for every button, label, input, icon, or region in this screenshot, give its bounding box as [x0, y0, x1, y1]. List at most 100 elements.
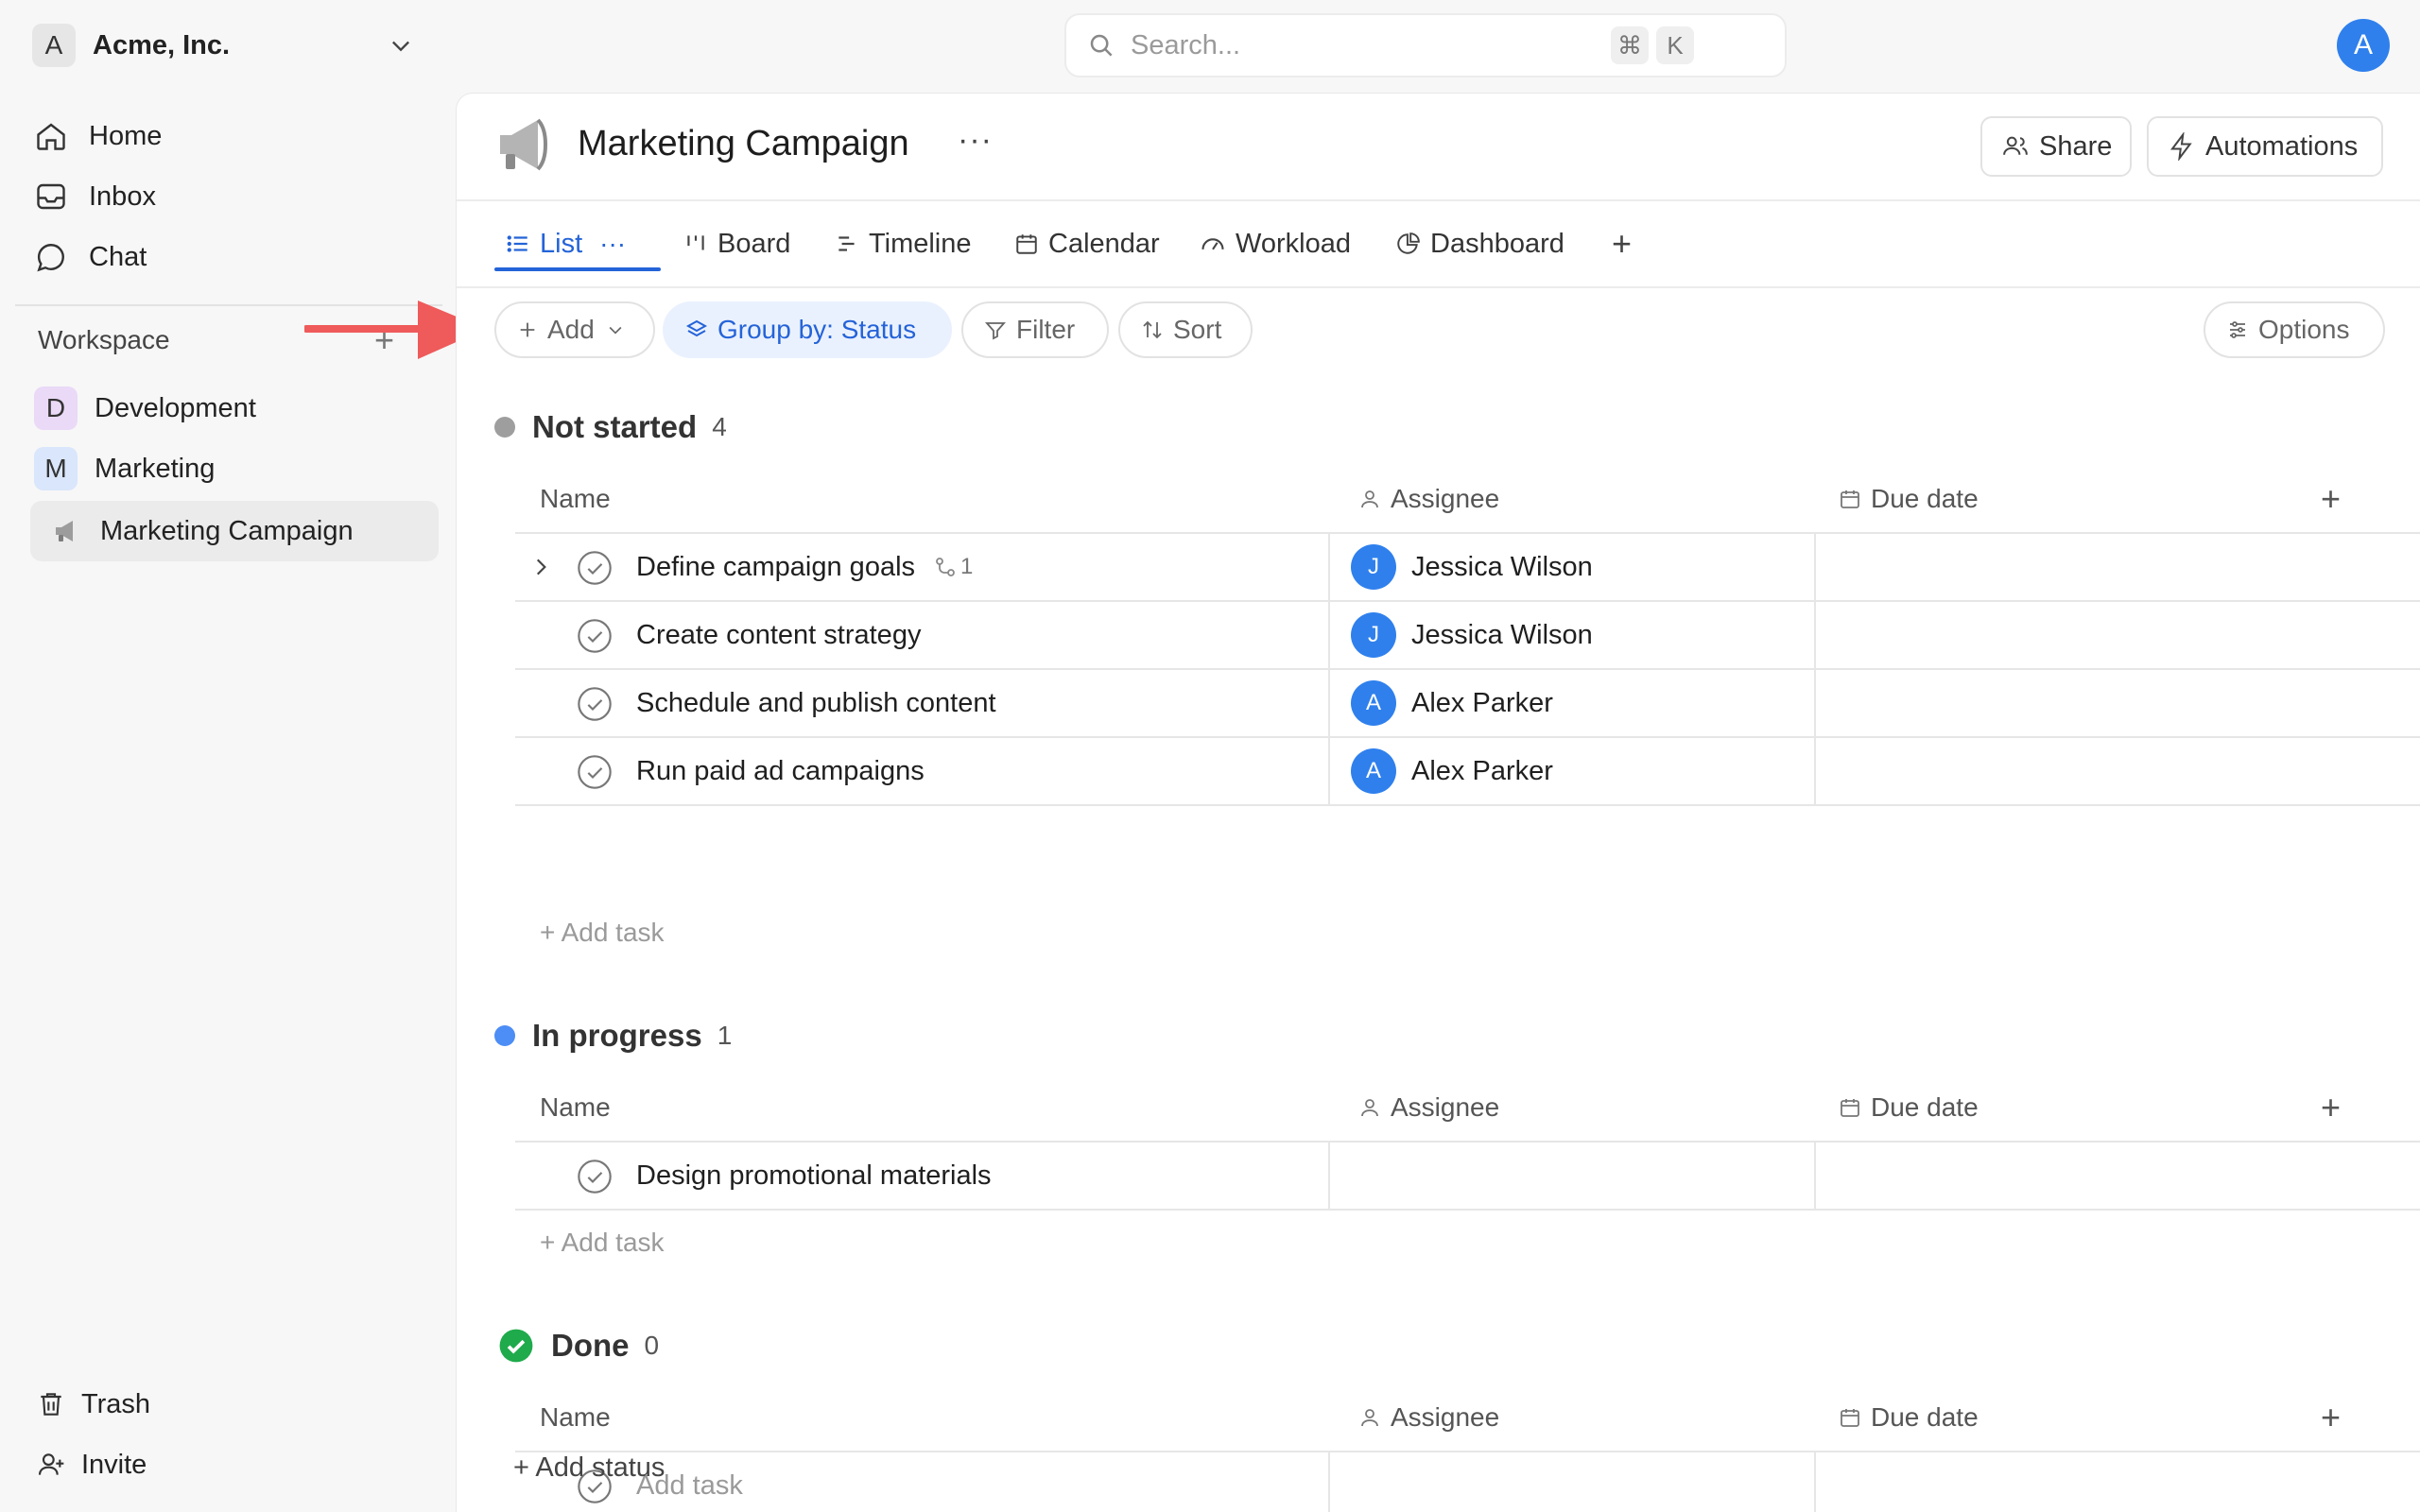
table-row[interactable]: Create content strategy J Jessica Wilson — [515, 602, 2420, 670]
share-button[interactable]: Share — [1980, 116, 2132, 177]
add-column-button[interactable]: + — [2321, 1398, 2341, 1437]
task-name[interactable]: Design promotional materials — [636, 1143, 992, 1209]
check-circle-icon[interactable] — [576, 549, 614, 587]
add-task-button[interactable]: + Add task — [540, 1228, 665, 1258]
task-table-in-progress: Name Assignee Due date + Design promotio… — [515, 1074, 2420, 1211]
column-assignee-label: Assignee — [1391, 484, 1500, 513]
column-name[interactable]: Name — [540, 1074, 611, 1141]
check-circle-icon[interactable] — [576, 617, 614, 655]
table-header: Name Assignee Due date + — [515, 1074, 2420, 1143]
column-assignee[interactable]: Assignee — [1358, 466, 1499, 532]
check-circle-icon[interactable] — [576, 1158, 614, 1195]
group-header-done[interactable]: Done 0 — [498, 1328, 659, 1364]
add-button[interactable]: Add — [494, 301, 655, 358]
cell-divider — [1814, 738, 1816, 806]
nav-home[interactable]: Home — [32, 110, 439, 163]
sidebar: A Acme, Inc. Home Inbox Chat Workspace +… — [0, 0, 454, 1512]
nav-inbox[interactable]: Inbox — [32, 170, 439, 223]
group-by-label: Group by: Status — [717, 315, 917, 344]
group-by-button[interactable]: Group by: Status — [663, 301, 952, 358]
person-icon — [1358, 1096, 1381, 1119]
check-circle-icon[interactable] — [576, 753, 614, 791]
table-header: Name Assignee Due date + — [515, 1384, 2420, 1452]
calendar-icon — [1839, 488, 1861, 510]
task-name[interactable]: Define campaign goals 1 — [636, 534, 973, 600]
share-label: Share — [2039, 130, 2113, 162]
avatar: A — [1351, 748, 1396, 794]
calendar-icon — [1014, 232, 1039, 256]
shortcut-cmd-key: ⌘ — [1611, 26, 1649, 64]
task-name[interactable]: Create content strategy — [636, 602, 921, 668]
task-name[interactable]: Schedule and publish content — [636, 670, 996, 736]
task-name-text: Define campaign goals — [636, 551, 916, 582]
sidebar-item-marketing[interactable]: M Marketing — [30, 438, 439, 499]
column-name[interactable]: Name — [540, 1384, 611, 1451]
table-row[interactable]: Design promotional materials — [515, 1143, 2420, 1211]
assignee-cell[interactable]: A Alex Parker — [1351, 670, 1553, 736]
table-row[interactable]: Schedule and publish content A Alex Park… — [515, 670, 2420, 738]
lightning-icon — [2168, 132, 2196, 161]
assignee-cell[interactable]: J Jessica Wilson — [1351, 534, 1593, 600]
user-avatar[interactable]: A — [2337, 19, 2390, 72]
nav-invite[interactable]: Invite — [32, 1438, 439, 1491]
group-header-not-started[interactable]: Not started 4 — [494, 409, 727, 445]
table-row[interactable]: Add task — [515, 1452, 2420, 1512]
column-assignee[interactable]: Assignee — [1358, 1384, 1499, 1451]
pie-chart-icon — [1396, 232, 1421, 256]
sort-button[interactable]: Sort — [1118, 301, 1253, 358]
tab-board-label: Board — [717, 228, 791, 259]
group-name: Not started — [532, 409, 698, 444]
add-label: Add — [547, 315, 595, 344]
add-column-button[interactable]: + — [2321, 479, 2341, 519]
options-button[interactable]: Options — [2204, 301, 2385, 358]
table-row[interactable]: Define campaign goals 1 J Jessica Wilson — [515, 534, 2420, 602]
nav-chat[interactable]: Chat — [32, 231, 439, 284]
column-assignee[interactable]: Assignee — [1358, 1074, 1499, 1141]
add-status-button[interactable]: + Add status — [513, 1452, 665, 1484]
page-more-button[interactable]: ··· — [958, 122, 993, 159]
table-row[interactable]: Run paid ad campaigns A Alex Parker — [515, 738, 2420, 806]
tab-calendar[interactable]: Calendar — [1014, 201, 1160, 286]
nav-trash[interactable]: Trash — [32, 1378, 439, 1431]
column-due-date[interactable]: Due date — [1839, 466, 1979, 532]
tab-dashboard[interactable]: Dashboard — [1396, 201, 1564, 286]
subtask-icon — [936, 558, 955, 576]
search-input[interactable] — [1131, 29, 1603, 61]
assignee-name: Jessica Wilson — [1411, 551, 1593, 582]
add-view-button[interactable]: + — [1612, 201, 1632, 286]
workspace-badge: A — [32, 24, 76, 67]
sidebar-item-marketing-campaign[interactable]: Marketing Campaign — [30, 501, 439, 561]
gauge-icon — [1200, 231, 1226, 257]
add-column-button[interactable]: + — [2321, 1088, 2341, 1127]
person-icon — [1358, 1406, 1381, 1429]
workspace-switcher[interactable]: A Acme, Inc. — [32, 21, 429, 70]
sidebar-item-development[interactable]: D Development — [30, 378, 439, 438]
filter-button[interactable]: Filter — [961, 301, 1109, 358]
assignee-cell[interactable]: J Jessica Wilson — [1351, 602, 1593, 668]
column-due-date[interactable]: Due date — [1839, 1074, 1979, 1141]
tab-list-more-button[interactable]: ··· — [599, 229, 626, 259]
chevron-down-icon[interactable] — [388, 32, 414, 59]
add-task-button[interactable]: + Add task — [540, 918, 665, 948]
chevron-right-icon[interactable] — [528, 555, 553, 579]
automations-button[interactable]: Automations — [2147, 116, 2383, 177]
assignee-cell[interactable]: A Alex Parker — [1351, 738, 1553, 804]
column-due-date[interactable]: Due date — [1839, 1384, 1979, 1451]
cell-divider — [1328, 1452, 1330, 1512]
subtask-count[interactable]: 1 — [934, 554, 973, 580]
check-circle-icon[interactable] — [576, 685, 614, 723]
task-name[interactable]: Run paid ad campaigns — [636, 738, 925, 804]
column-due-date-label: Due date — [1871, 1092, 1979, 1122]
tab-workload[interactable]: Workload — [1200, 201, 1351, 286]
sort-label: Sort — [1173, 315, 1222, 344]
column-name[interactable]: Name — [540, 466, 611, 532]
tab-timeline[interactable]: Timeline — [835, 201, 972, 286]
cell-divider — [1814, 534, 1816, 602]
tab-list[interactable]: List ··· — [506, 201, 626, 286]
status-dot — [494, 1025, 515, 1046]
tab-dashboard-label: Dashboard — [1430, 228, 1564, 259]
tab-board[interactable]: Board — [683, 201, 790, 286]
group-header-in-progress[interactable]: In progress 1 — [494, 1018, 732, 1054]
search-bar[interactable]: ⌘ K — [1064, 13, 1787, 77]
table-header: Name Assignee Due date + — [515, 466, 2420, 534]
